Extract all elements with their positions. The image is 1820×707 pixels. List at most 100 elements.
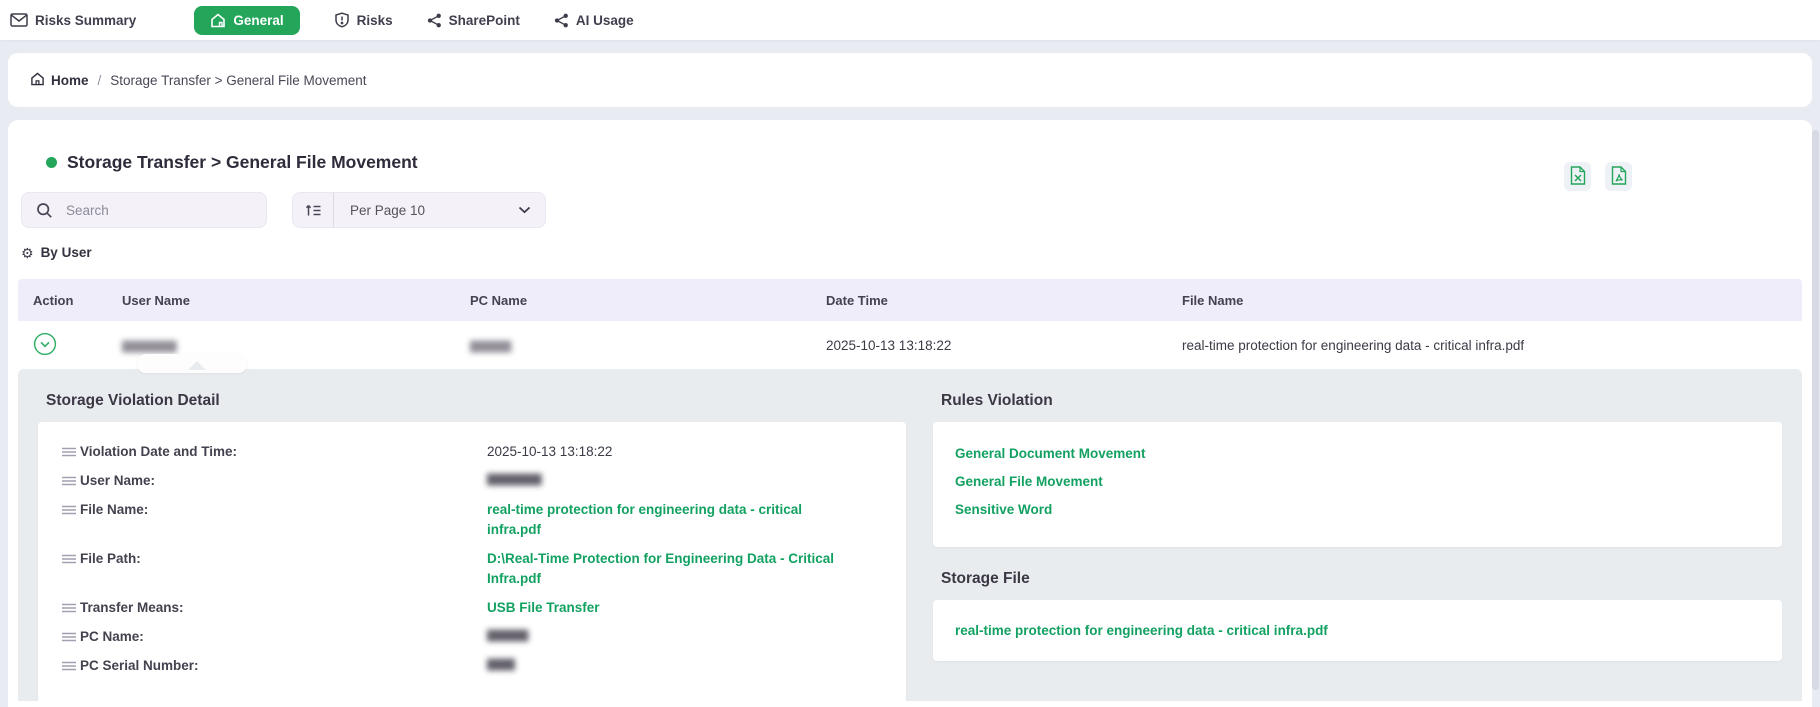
rules-violation-section: Rules Violation General Document Movemen… [933, 369, 1782, 701]
home-icon [30, 72, 45, 89]
main-content-panel: Storage Transfer > General File Movement [8, 120, 1812, 707]
file-name-cell: real-time protection for engineering dat… [1182, 338, 1802, 353]
search-icon [22, 202, 66, 219]
storage-file-card: real-time protection for engineering dat… [933, 600, 1782, 661]
shield-alert-icon [334, 12, 350, 28]
field-label: Violation Date and Time: [80, 442, 487, 462]
search-box [21, 192, 267, 228]
share-icon [427, 13, 442, 28]
column-header-date-time: Date Time [826, 293, 1182, 308]
export-buttons [1564, 162, 1632, 191]
section-title: Storage Violation Detail [38, 392, 906, 410]
rules-violation-card: General Document Movement General File M… [933, 422, 1782, 547]
nav-item-label: General [233, 13, 283, 28]
column-header-user-name: User Name [122, 293, 470, 308]
divider [333, 193, 334, 227]
list-sort-icon [293, 203, 333, 218]
field-label: PC Serial Number: [80, 656, 487, 676]
table-header-row: Action User Name PC Name Date Time File … [18, 279, 1802, 321]
field-label: User Name: [80, 471, 487, 491]
per-page-value: Per Page 10 [350, 203, 518, 218]
page-title: Storage Transfer > General File Movement [67, 152, 418, 173]
rule-link[interactable]: General File Movement [955, 474, 1760, 489]
expanded-panel-notch [188, 361, 206, 370]
share-icon [554, 13, 569, 28]
field-lines-icon [62, 549, 80, 569]
file-path-value: D:\Real-Time Protection for Engineering … [487, 549, 839, 589]
top-navbar: Risks Summary General Risks [0, 0, 1820, 40]
collapse-row-button[interactable] [33, 333, 57, 357]
field-lines-icon [62, 656, 80, 676]
nav-item-general[interactable]: General [194, 6, 299, 35]
date-time-cell: 2025-10-13 13:18:22 [826, 338, 1182, 353]
detail-field-violation-datetime: Violation Date and Time: 2025-10-13 13:1… [62, 442, 882, 462]
field-lines-icon [62, 471, 80, 491]
detail-field-transfer-means: Transfer Means: USB File Transfer [62, 598, 882, 618]
chevron-down-circle-icon [33, 332, 57, 359]
field-label: File Name: [80, 500, 487, 520]
field-value-redacted: ██████ [487, 627, 839, 647]
nav-item-label: AI Usage [576, 13, 634, 28]
field-label: Transfer Means: [80, 598, 487, 618]
spacer [0, 40, 1820, 53]
file-name-link[interactable]: real-time protection for engineering dat… [487, 500, 839, 540]
nav-item-label: SharePoint [449, 13, 520, 28]
field-lines-icon [62, 627, 80, 647]
group-by-indicator: ⚙ By User [18, 245, 1802, 260]
column-header-file-name: File Name [1182, 293, 1802, 308]
nav-item-label: Risks [357, 13, 393, 28]
chevron-down-icon [518, 206, 531, 214]
storage-violation-section: Storage Violation Detail Violation Date … [38, 369, 906, 701]
export-pdf-button[interactable] [1605, 162, 1632, 191]
per-page-select[interactable]: Per Page 10 [292, 192, 546, 228]
detail-field-file-name: File Name: real-time protection for engi… [62, 500, 882, 540]
results-table: Action User Name PC Name Date Time File … [18, 279, 1802, 701]
field-label: File Path: [80, 549, 487, 569]
breadcrumb-home-label: Home [51, 73, 89, 88]
storage-file-link[interactable]: real-time protection for engineering dat… [955, 623, 1328, 638]
field-lines-icon [62, 442, 80, 462]
group-by-label: By User [41, 245, 92, 260]
spacer [0, 107, 1820, 120]
toolbar: Per Page 10 [18, 192, 1802, 228]
field-label: PC Name: [80, 627, 487, 647]
field-lines-icon [62, 598, 80, 618]
column-header-action: Action [18, 293, 122, 308]
search-input[interactable] [66, 203, 266, 218]
vertical-scrollbar[interactable] [1812, 130, 1819, 690]
field-value: 2025-10-13 13:18:22 [487, 442, 839, 462]
app-root: Risks Summary General Risks [0, 0, 1820, 707]
user-name-redacted: ████████ [122, 342, 176, 353]
detail-field-pc-serial: PC Serial Number: ████ [62, 656, 882, 676]
envelope-icon [10, 13, 28, 27]
rule-link[interactable]: Sensitive Word [955, 502, 1760, 517]
excel-file-icon [1570, 166, 1586, 188]
nav-item-ai-usage[interactable]: AI Usage [554, 13, 634, 28]
breadcrumb-home-link[interactable]: Home [30, 72, 89, 89]
pdf-file-icon [1611, 166, 1627, 188]
expanded-row-detail: Storage Violation Detail Violation Date … [18, 369, 1802, 701]
field-lines-icon [62, 500, 80, 520]
pc-name-redacted: ██████ [470, 342, 510, 353]
home-icon [210, 13, 226, 28]
export-excel-button[interactable] [1564, 162, 1591, 191]
status-dot [46, 157, 57, 168]
field-value-redacted: ████████ [487, 471, 839, 491]
detail-field-pc-name: PC Name: ██████ [62, 627, 882, 647]
gear-icon: ⚙ [21, 246, 34, 260]
nav-item-risks[interactable]: Risks [334, 12, 393, 28]
nav-item-sharepoint[interactable]: SharePoint [427, 13, 520, 28]
table-row[interactable]: ████████ ██████ 2025-10-13 13:18:22 real… [18, 321, 1802, 369]
storage-violation-card: Violation Date and Time: 2025-10-13 13:1… [38, 422, 906, 701]
detail-field-file-path: File Path: D:\Real-Time Protection for E… [62, 549, 882, 589]
nav-item-label: Risks Summary [35, 13, 136, 28]
section-title: Rules Violation [933, 392, 1782, 410]
breadcrumb-current-path: Storage Transfer > General File Movement [110, 73, 366, 88]
nav-item-risks-summary[interactable]: Risks Summary [10, 13, 136, 28]
page-title-row: Storage Transfer > General File Movement [18, 120, 1802, 177]
field-value-redacted: ████ [487, 656, 839, 676]
column-header-pc-name: PC Name [470, 293, 826, 308]
rule-link[interactable]: General Document Movement [955, 446, 1760, 461]
transfer-means-value: USB File Transfer [487, 598, 839, 618]
section-title: Storage File [933, 570, 1782, 588]
